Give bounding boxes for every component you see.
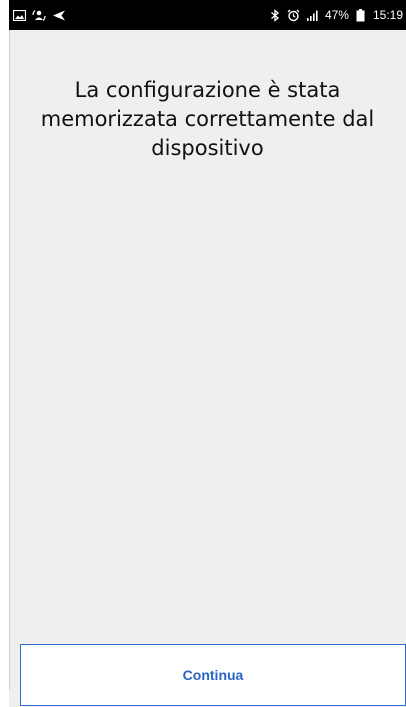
- image-icon: [12, 8, 26, 22]
- status-bar-left: [9, 8, 66, 22]
- sync-person-icon: [32, 8, 46, 22]
- status-bar-right: 47% 15:19: [268, 8, 406, 22]
- continue-button[interactable]: Continua: [20, 644, 406, 706]
- clock: 15:19: [372, 8, 403, 22]
- bluetooth-icon: [268, 8, 282, 22]
- alarm-icon: [287, 8, 301, 22]
- navigation-arrow-icon: [52, 8, 66, 22]
- battery-percent: 47%: [324, 8, 349, 22]
- status-bar: 47% 15:19: [9, 0, 406, 30]
- confirmation-message: La configurazione è stata memorizzata co…: [40, 78, 375, 160]
- continue-button-label: Continua: [182, 667, 244, 683]
- signal-icon: [306, 8, 320, 22]
- app-screen: 47% 15:19 La configurazione è stata memo…: [9, 0, 406, 707]
- battery-icon: [354, 8, 368, 22]
